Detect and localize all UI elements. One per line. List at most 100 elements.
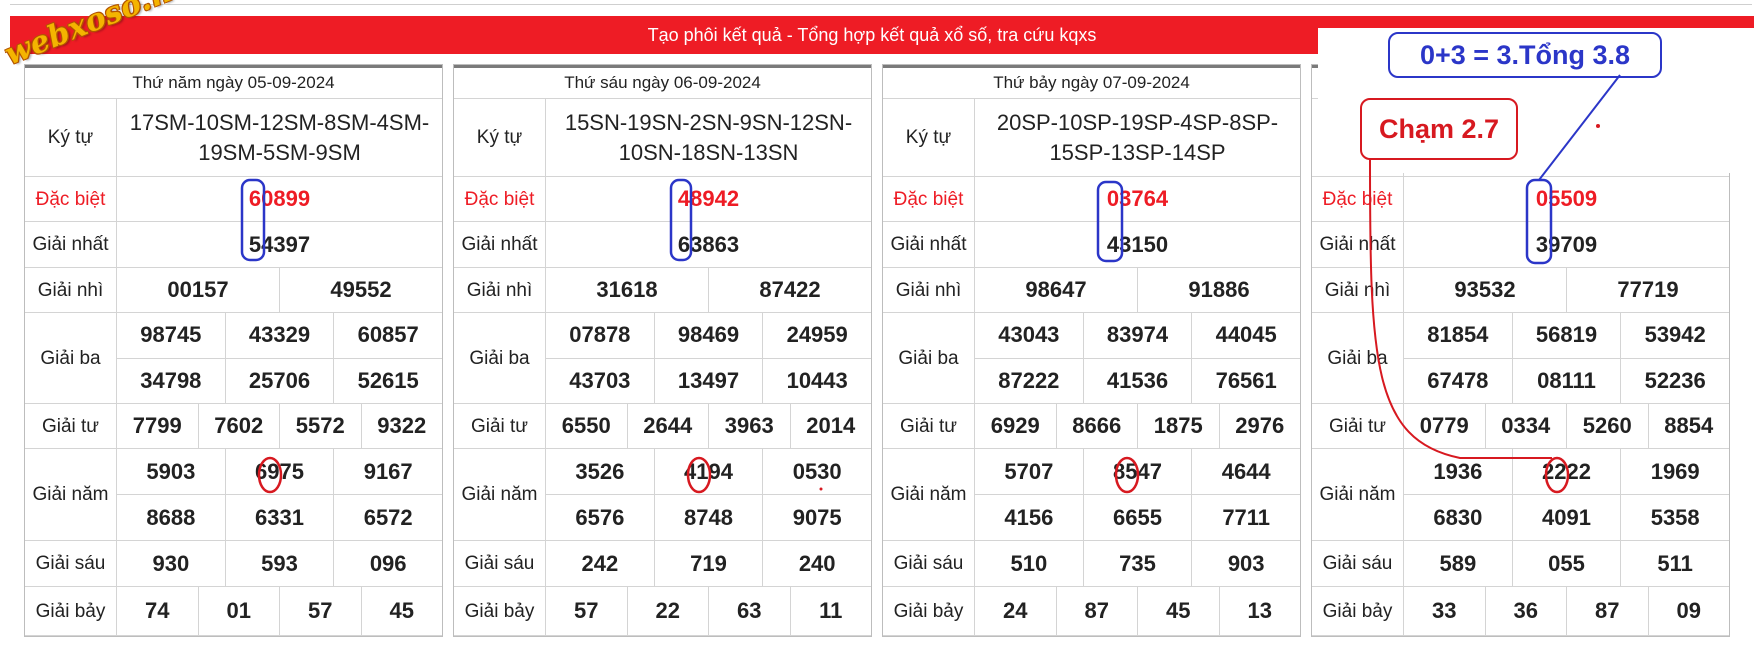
prize-number: 43703 <box>569 368 631 394</box>
prize-number: 41536 <box>1082 358 1192 404</box>
prize-label-db: Đặc biệt <box>1312 177 1404 222</box>
prize-label-db: Đặc biệt <box>454 177 546 222</box>
prize-number: 903 <box>1191 541 1300 586</box>
prize-number: 81854 <box>1427 322 1489 348</box>
prize-number: 6830 <box>1433 505 1483 530</box>
annotation-sum-note: 0+3 = 3.Tổng 3.8 <box>1388 32 1662 78</box>
prize-number: 13 <box>1218 587 1301 635</box>
prize-number: 735 <box>1082 541 1192 586</box>
row-db: Đặc biệt 48942 <box>454 177 871 222</box>
result-panel-3: Thứ bảy ngày 07-09-2024 Ký tự 20SP-10SP-19… <box>882 64 1301 637</box>
prize-number: 8547 <box>1082 449 1192 494</box>
prize-subrow: 6830 4091 5358 <box>1404 495 1729 541</box>
row-db: Đặc biệt 60899 <box>25 177 442 222</box>
prize-label-g4: Giải tư <box>883 404 975 449</box>
prize-subrow: 67478 08111 52236 <box>1404 358 1729 404</box>
prize-number: 9075 <box>762 495 871 541</box>
prize-label-g1: Giải nhất <box>883 222 975 268</box>
prize-number: 9322 <box>360 404 443 448</box>
prize-number: 6975 <box>224 449 334 494</box>
row-g4: Giải tư 6550 2644 3963 2014 <box>454 404 871 449</box>
prize-number: 4156 <box>1004 505 1054 530</box>
prize-number: 5572 <box>279 404 361 448</box>
prize-number: 20SP-10SP-19SP-4SP-8SP-15SP-13SP-14SP <box>996 109 1279 165</box>
panel-date-title: Thứ sáu ngày 06-09-2024 <box>454 65 871 99</box>
prize-label-g4: Giải tư <box>25 404 117 449</box>
prize-number: 6929 <box>990 413 1040 438</box>
prize-label-g6: Giải sáu <box>25 541 117 587</box>
prize-number: 5903 <box>146 458 196 484</box>
prize-number: 240 <box>762 541 871 586</box>
prize-number: 5260 <box>1566 404 1648 448</box>
row-g1: Giải nhất 63863 <box>454 222 871 268</box>
prize-label-g6: Giải sáu <box>454 541 546 587</box>
prize-label-g7: Giải bảy <box>883 587 975 636</box>
prize-number: 87222 <box>998 368 1060 394</box>
prize-label-kytu: Ký tự <box>454 99 546 177</box>
prize-number: 56819 <box>1511 313 1621 358</box>
prize-label-g3: Giải ba <box>1312 313 1404 404</box>
prize-number: 45 <box>1137 587 1219 635</box>
prize-number: 4644 <box>1191 449 1300 494</box>
row-kytu: Ký tự 15SN-19SN-2SN-9SN-12SN-10SN-18SN-13… <box>454 99 871 177</box>
row-g5: Giải năm 5707 8547 4644 4156 6655 7711 <box>883 449 1300 541</box>
prize-number: 05509 <box>1535 186 1598 211</box>
prize-label-g7: Giải bảy <box>25 587 117 636</box>
prize-number: 57 <box>574 598 599 623</box>
prize-label-g4: Giải tư <box>1312 404 1404 449</box>
row-g2: Giải nhì 93532 77719 <box>1312 268 1729 313</box>
prize-number: 3963 <box>708 404 790 448</box>
prize-number: 242 <box>581 550 619 576</box>
prize-label-g2: Giải nhì <box>1312 268 1404 313</box>
prize-subrow: 81854 56819 53942 <box>1404 313 1729 359</box>
prize-number: 7711 <box>1191 495 1300 541</box>
row-g7: Giải bảy 24 87 45 13 <box>883 587 1300 636</box>
prize-number: 593 <box>224 541 334 586</box>
prize-number: 24959 <box>762 313 871 358</box>
prize-number: 511 <box>1620 541 1729 586</box>
prize-number: 2014 <box>789 404 872 448</box>
panel-date-title: Thứ năm ngày 05-09-2024 <box>25 65 442 99</box>
prize-number: 31618 <box>596 277 658 302</box>
prize-number: 3526 <box>575 458 625 484</box>
prize-number: 44045 <box>1191 313 1300 358</box>
row-g6: Giải sáu 242 719 240 <box>454 541 871 587</box>
prize-number: 03764 <box>1106 186 1169 211</box>
prize-number: 1936 <box>1433 458 1483 484</box>
prize-label-g7: Giải bảy <box>1312 587 1404 636</box>
prize-number: 1969 <box>1620 449 1729 494</box>
prize-number: 43150 <box>1106 231 1169 257</box>
row-g5: Giải năm 3526 4194 0530 6576 8748 9075 <box>454 449 871 541</box>
prize-number: 6550 <box>561 413 611 438</box>
prize-number: 1875 <box>1137 404 1219 448</box>
prize-label-g1: Giải nhất <box>454 222 546 268</box>
prize-number: 52236 <box>1620 358 1729 404</box>
prize-subrow: 3526 4194 0530 <box>546 449 871 495</box>
prize-number: 87 <box>1566 587 1648 635</box>
prize-number: 87422 <box>708 268 871 312</box>
prize-number: 09 <box>1647 587 1730 635</box>
prize-number: 43043 <box>998 322 1060 348</box>
row-g2: Giải nhì 98647 91886 <box>883 268 1300 313</box>
prize-label-g4: Giải tư <box>454 404 546 449</box>
prize-subrow: 5707 8547 4644 <box>975 449 1300 495</box>
prize-number: 6576 <box>575 505 625 530</box>
prize-number: 52615 <box>333 358 442 404</box>
prize-number: 510 <box>1010 550 1048 576</box>
prize-subrow: 34798 25706 52615 <box>117 358 442 404</box>
row-g3: Giải ba 43043 83974 44045 87222 41536 76561 <box>883 313 1300 404</box>
prize-number: 53942 <box>1620 313 1729 358</box>
prize-number: 2976 <box>1218 404 1301 448</box>
row-kytu: Ký tự 17SM-10SM-12SM-8SM-4SM-19SM-5SM-9SM <box>25 99 442 177</box>
row-g1: Giải nhất 43150 <box>883 222 1300 268</box>
prize-number: 8688 <box>146 505 196 530</box>
prize-number: 60857 <box>333 313 442 358</box>
prize-number: 76561 <box>1191 358 1300 404</box>
prize-label-g3: Giải ba <box>25 313 117 404</box>
prize-number: 7799 <box>132 413 182 438</box>
prize-subrow: 1936 2222 1969 <box>1404 449 1729 495</box>
prize-number: 8748 <box>653 495 763 541</box>
prize-number: 8854 <box>1647 404 1730 448</box>
prize-number: 7602 <box>197 404 280 448</box>
row-g3: Giải ba 81854 56819 53942 67478 08111 52236 <box>1312 313 1729 404</box>
